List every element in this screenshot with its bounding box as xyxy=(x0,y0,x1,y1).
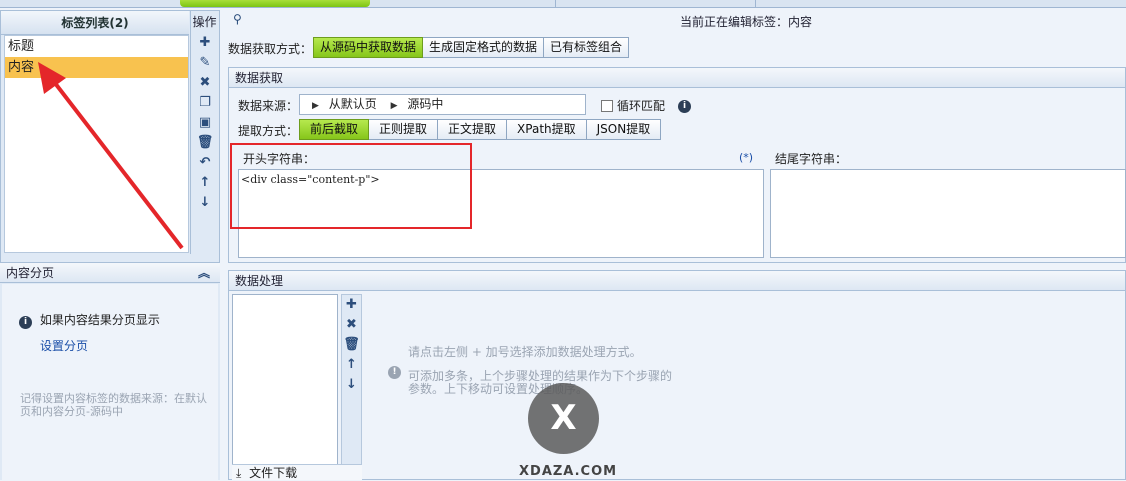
source-path-segment[interactable]: 从默认页 xyxy=(329,97,377,111)
editing-tag-label: 当前正在编辑标签：内容 xyxy=(680,15,813,29)
download-icon: ⤓ xyxy=(236,466,242,480)
pagination-title: 内容分页 xyxy=(6,266,55,280)
pagination-info-text: 如果内容结果分页显示 xyxy=(39,313,160,327)
watermark-site-text: XDAZA.COM xyxy=(519,464,618,479)
process-step-list[interactable] xyxy=(232,294,338,480)
source-path-segment[interactable]: 源码中 xyxy=(407,97,443,111)
pagination-note: 记得设置内容标签的数据来源：在默认页和内容分页-源码中 xyxy=(20,392,207,418)
top-tab[interactable] xyxy=(556,0,756,7)
pagination-info-row: i 如果内容结果分页显示 xyxy=(19,311,160,329)
trash-step-icon[interactable]: 🗑 xyxy=(342,335,361,355)
collapse-icon[interactable]: ︽ xyxy=(198,263,210,283)
red-arrow-annotation xyxy=(38,62,184,250)
add-step-icon[interactable]: ✚ xyxy=(342,295,361,315)
move-step-up-icon[interactable]: ↑ xyxy=(342,355,361,375)
fetch-section-title: 数据获取 xyxy=(229,68,1125,88)
tag-list-title: 标签列表(2) xyxy=(1,11,189,35)
file-download-label: 文件下载 xyxy=(249,466,298,480)
warning-icon: ! xyxy=(388,363,401,379)
chevron-right-icon: ▶ xyxy=(390,101,398,111)
loop-match-checkbox-row[interactable]: 循环匹配 xyxy=(601,97,665,114)
watermark-logo: X xyxy=(528,383,599,454)
end-string-label: 结尾字符串： xyxy=(775,152,848,166)
add-icon[interactable]: ✚ xyxy=(191,33,219,53)
extract-regex-button[interactable]: 正则提取 xyxy=(369,119,439,140)
fetch-mode-fixed-button[interactable]: 生成固定格式的数据 xyxy=(423,37,545,58)
fetch-mode-group: 从源码中获取数据 生成固定格式的数据 已有标签组合 xyxy=(313,37,630,58)
move-up-icon[interactable]: ↑ xyxy=(191,173,219,193)
source-path-field[interactable]: ▶ 从默认页 ▶ 源码中 xyxy=(299,94,586,115)
paste-icon[interactable]: ▣ xyxy=(191,113,219,133)
copy-icon[interactable]: ❐ xyxy=(191,93,219,113)
process-hint-add: 请点击左侧 + 加号选择添加数据处理方式。 xyxy=(408,345,642,359)
fetch-mode-source-button[interactable]: 从源码中获取数据 xyxy=(313,37,424,58)
ops-title: 操作 xyxy=(192,15,217,29)
pin-icon[interactable]: ⚲ xyxy=(233,12,242,26)
set-pagination-link[interactable]: 设置分页 xyxy=(40,337,88,354)
tag-list-item-title[interactable]: 标题 xyxy=(5,36,188,57)
loop-match-info-icon[interactable]: i xyxy=(678,97,691,113)
extract-label: 提取方式： xyxy=(238,124,299,138)
extract-xpath-button[interactable]: XPath提取 xyxy=(507,119,587,140)
edit-icon[interactable]: ✎ xyxy=(191,53,219,73)
trash-icon[interactable]: 🗑 xyxy=(191,133,219,153)
loop-match-checkbox[interactable] xyxy=(601,100,613,112)
process-section-title: 数据处理 xyxy=(229,271,1125,291)
move-step-down-icon[interactable]: ↓ xyxy=(342,375,361,395)
active-top-tab[interactable] xyxy=(180,0,370,7)
start-wildcard-marker[interactable]: (*) xyxy=(739,151,753,164)
info-icon: i xyxy=(19,316,32,329)
extract-body-button[interactable]: 正文提取 xyxy=(438,119,508,140)
file-download-bar[interactable]: ⤓ 文件下载 xyxy=(232,464,362,480)
process-ops-column: ✚ ✖ 🗑 ↑ ↓ xyxy=(341,294,362,466)
chevron-right-icon: ▶ xyxy=(312,101,319,111)
fetch-mode-label: 数据获取方式： xyxy=(228,42,313,56)
move-down-icon[interactable]: ↓ xyxy=(191,193,219,213)
extract-prefix-suffix-button[interactable]: 前后截取 xyxy=(299,119,370,140)
tag-ops-column: 操作 ✚ ✎ ✖ ❐ ▣ 🗑 ↶ ↑ ↓ xyxy=(190,11,218,254)
undo-icon[interactable]: ↶ xyxy=(191,153,219,173)
end-string-input[interactable] xyxy=(770,169,1126,258)
fetch-mode-combine-button[interactable]: 已有标签组合 xyxy=(544,37,630,58)
delete-step-icon[interactable]: ✖ xyxy=(342,315,361,335)
top-tab[interactable] xyxy=(370,0,556,7)
delete-icon[interactable]: ✖ xyxy=(191,73,219,93)
source-label: 数据来源： xyxy=(238,99,299,113)
top-tab-strip xyxy=(0,0,1126,8)
extract-mode-group: 前后截取 正则提取 正文提取 XPath提取 JSON提取 xyxy=(299,119,662,140)
highlight-box-annotation xyxy=(230,143,472,229)
extract-json-button[interactable]: JSON提取 xyxy=(586,119,662,140)
loop-match-label: 循环匹配 xyxy=(617,99,666,113)
